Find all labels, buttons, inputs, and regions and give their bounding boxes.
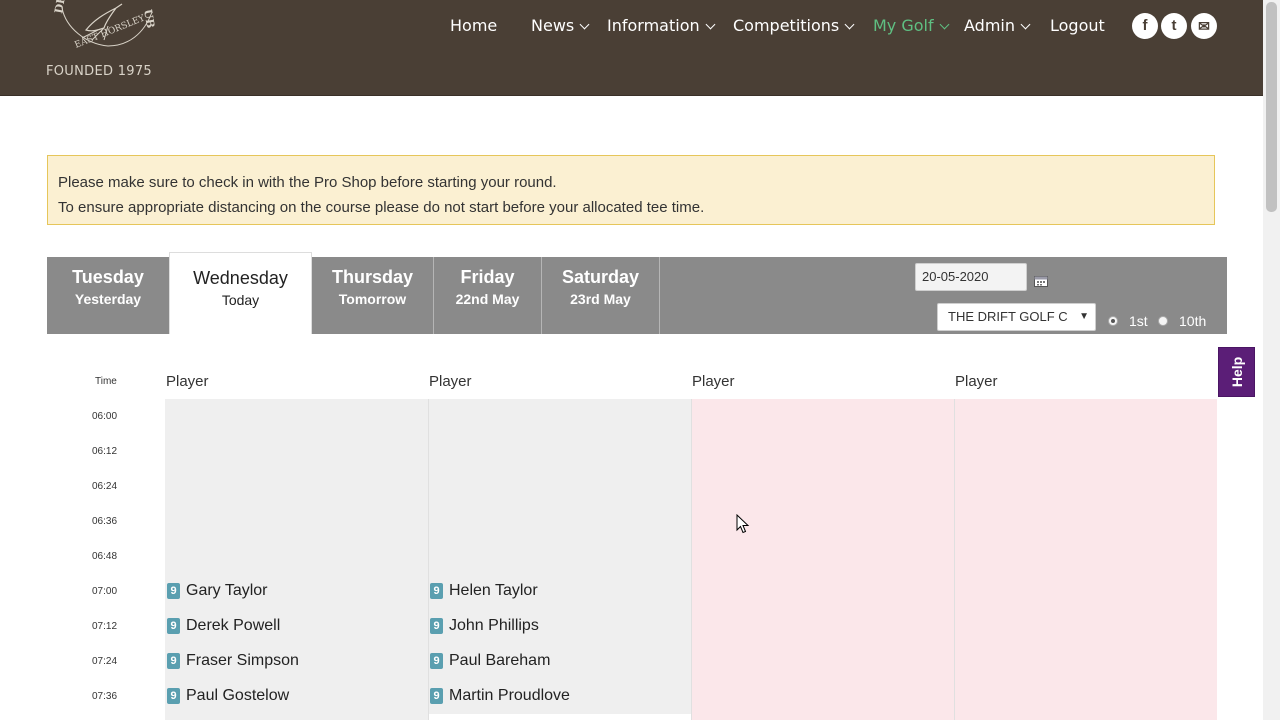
player-column-1[interactable]: [165, 399, 428, 720]
pheasant-crest-icon: DR UB EAST HORSLEY: [52, 0, 157, 51]
svg-text:DR: DR: [52, 0, 68, 15]
facebook-icon[interactable]: f: [1132, 13, 1158, 39]
player-entry[interactable]: 9 Derek Powell: [167, 617, 280, 635]
date-input[interactable]: 20-05-2020: [915, 263, 1027, 291]
player-column-header: Player: [692, 373, 735, 390]
time-slot: 06:12: [92, 446, 118, 457]
tee-10th-radio[interactable]: [1158, 316, 1168, 326]
time-slot: 06:48: [92, 551, 118, 562]
tab-friday[interactable]: Friday 22nd May: [434, 257, 542, 334]
tab-tuesday[interactable]: Tuesday Yesterday: [47, 257, 170, 334]
tab-thursday[interactable]: Thursday Tomorrow: [312, 257, 434, 334]
player-entry[interactable]: 9 Paul Gostelow: [167, 687, 289, 705]
player-entry[interactable]: 9 Fraser Simpson: [167, 652, 299, 670]
time-column-header: Time: [95, 376, 117, 387]
time-slot: 06:00: [92, 411, 118, 422]
tee-1st-label: 1st: [1129, 313, 1148, 329]
mouse-cursor-icon: [736, 514, 750, 534]
help-button[interactable]: Help: [1218, 347, 1255, 397]
nav-home[interactable]: Home: [450, 16, 497, 35]
chevron-down-icon: [1020, 19, 1031, 30]
email-icon[interactable]: ✉: [1191, 13, 1217, 39]
time-slot: 06:24: [92, 481, 118, 492]
holes-badge: 9: [430, 688, 443, 704]
holes-badge: 9: [430, 583, 443, 599]
course-select[interactable]: THE DRIFT GOLF C ▼: [937, 303, 1096, 331]
time-slot: 07:12: [92, 621, 118, 632]
holes-badge: 9: [167, 688, 180, 704]
row-gap: [429, 714, 691, 720]
twitter-icon[interactable]: t: [1161, 13, 1187, 39]
player-entry[interactable]: 9 Martin Proudlove: [430, 687, 570, 705]
nav-admin[interactable]: Admin: [964, 16, 1031, 35]
column-divider: [428, 399, 429, 720]
player-column-header: Player: [429, 373, 472, 390]
scrollbar-thumb[interactable]: [1266, 2, 1277, 212]
calendar-icon[interactable]: [1034, 275, 1048, 287]
page-scrollbar[interactable]: [1263, 0, 1280, 720]
player-column-2[interactable]: [429, 399, 691, 720]
holes-badge: 9: [430, 618, 443, 634]
nav-logout[interactable]: Logout: [1050, 16, 1105, 35]
player-column-4[interactable]: [955, 399, 1217, 720]
tee-10th-label: 10th: [1179, 313, 1207, 329]
site-header: DR UB EAST HORSLEY FOUNDED 1975 Home New…: [0, 0, 1263, 96]
chevron-down-icon: [844, 19, 855, 30]
founded-label: FOUNDED 1975: [46, 64, 153, 79]
column-divider: [954, 399, 955, 720]
nav-competitions[interactable]: Competitions: [733, 16, 855, 35]
nav-my-golf[interactable]: My Golf: [873, 16, 950, 35]
player-entry[interactable]: 9 Paul Bareham: [430, 652, 550, 670]
player-column-3[interactable]: [691, 399, 954, 720]
chevron-down-icon: [579, 19, 590, 30]
holes-badge: 9: [167, 618, 180, 634]
club-logo[interactable]: DR UB EAST HORSLEY FOUNDED 1975: [46, 0, 164, 90]
chevron-down-icon: [705, 19, 716, 30]
nav-news[interactable]: News: [531, 16, 590, 35]
nav-information[interactable]: Information: [607, 16, 716, 35]
holes-badge: 9: [167, 653, 180, 669]
time-slot: 07:24: [92, 656, 118, 667]
holes-badge: 9: [430, 653, 443, 669]
notice-line-2: To ensure appropriate distancing on the …: [58, 199, 705, 216]
dropdown-arrow-icon: ▼: [1079, 311, 1089, 322]
checkin-notice: Please make sure to check in with the Pr…: [47, 155, 1215, 225]
tee-1st-radio[interactable]: [1108, 316, 1118, 326]
chevron-down-icon: [939, 19, 950, 30]
day-selector-bar: Tuesday Yesterday Wednesday Today Thursd…: [47, 252, 1227, 334]
time-slot: 07:36: [92, 691, 118, 702]
notice-line-1: Please make sure to check in with the Pr…: [58, 174, 557, 191]
column-divider: [691, 399, 692, 720]
tab-saturday[interactable]: Saturday 23rd May: [542, 257, 660, 334]
player-entry[interactable]: 9 Gary Taylor: [167, 582, 268, 600]
player-column-header: Player: [166, 373, 209, 390]
player-entry[interactable]: 9 Helen Taylor: [430, 582, 538, 600]
svg-text:EAST HORSLEY: EAST HORSLEY: [73, 13, 147, 51]
time-slot: 06:36: [92, 516, 118, 527]
player-column-header: Player: [955, 373, 998, 390]
player-entry[interactable]: 9 John Phillips: [430, 617, 539, 635]
holes-badge: 9: [167, 583, 180, 599]
time-slot: 07:00: [92, 586, 118, 597]
tab-wednesday[interactable]: Wednesday Today: [169, 252, 312, 334]
